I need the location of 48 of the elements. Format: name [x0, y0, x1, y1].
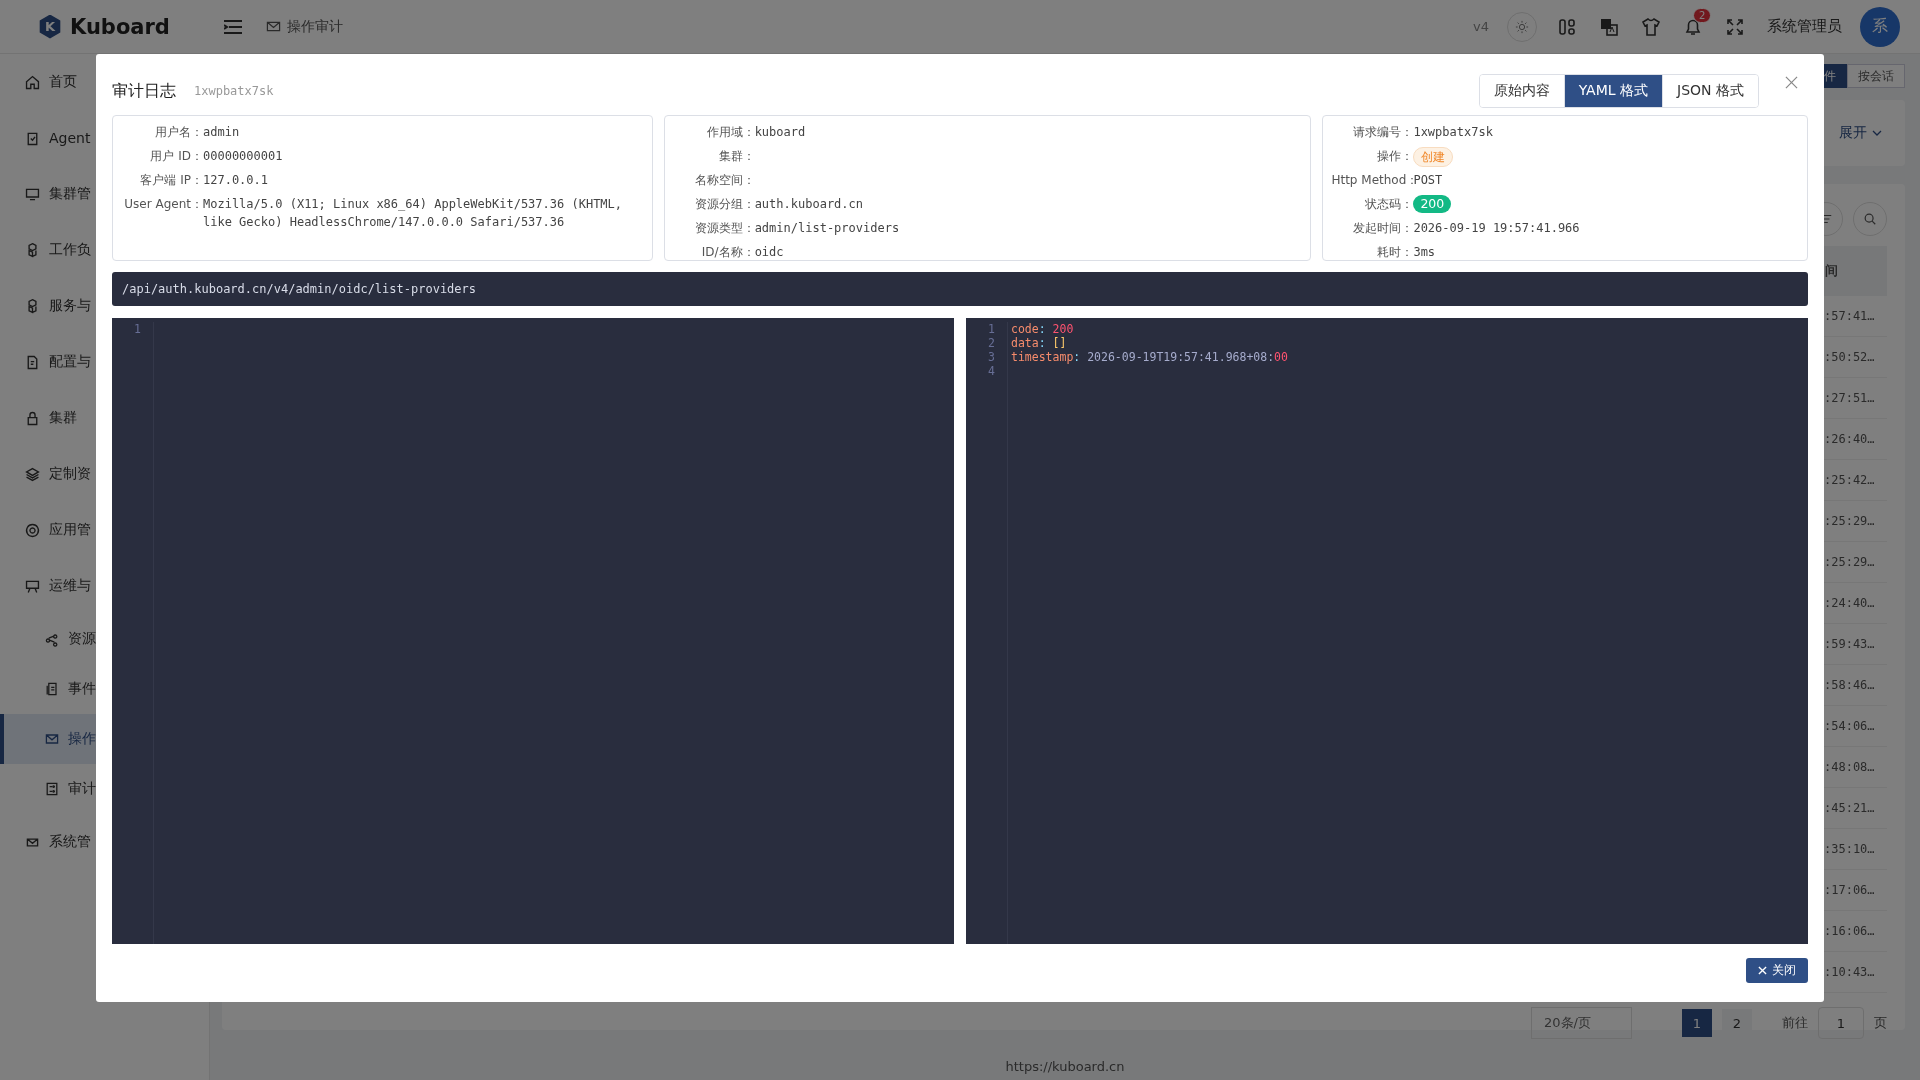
request-url: /api/auth.kuboard.cn/v4/admin/oidc/list-providers — [122, 282, 476, 296]
dialog-title: 审计日志 — [112, 80, 176, 102]
field-label: Http Method： — [1331, 172, 1414, 189]
logo-text: Kuboard — [70, 14, 170, 39]
field-label: 操作： — [1376, 148, 1414, 165]
field-value: 2026-09-19 19:57:41.966 — [1413, 220, 1580, 237]
field-value: auth.kuboard.cn — [754, 196, 863, 213]
field-value: 200 — [1413, 195, 1452, 213]
field-label: 名称空间： — [693, 172, 755, 189]
field-label: 客户端 IP： — [139, 172, 203, 189]
notification-badge: 2 — [1693, 7, 1712, 23]
field-label: 资源类型： — [693, 220, 755, 237]
code-line: timestamp: 2026-09-19T19:57:41.968+08:00 — [1011, 350, 1288, 364]
field-label: 用户名： — [154, 124, 203, 141]
field-label: 请求编号： — [1352, 124, 1414, 141]
version-label: v4 — [1473, 19, 1489, 34]
page-unit: 页 — [1874, 1014, 1887, 1032]
field-value: oidc — [754, 244, 784, 261]
field-label: 资源分组： — [693, 196, 755, 213]
field-value: kuboard — [754, 124, 806, 141]
field-value: 1xwpbatx7sk — [1413, 124, 1493, 141]
column-header: 间 — [1823, 246, 1887, 296]
field-value: admin/list-providers — [754, 220, 900, 237]
request-id: 1xwpbatx7sk — [194, 84, 274, 98]
field-label: 作用域： — [705, 124, 755, 141]
field-label: 状态码： — [1364, 196, 1414, 213]
field-value: Mozilla/5.0 (X11; Linux x86_64) AppleWebKit/537.36 (KHTML, like Gecko) HeadlessChrome/147.0.0.0 Safari/537.36 — [203, 196, 624, 231]
line-number: 1 — [133, 322, 141, 336]
field-value: 3ms — [1413, 244, 1436, 261]
field-label: 发起时间： — [1352, 220, 1414, 237]
field-value: admin — [203, 124, 240, 141]
field-label: 用户 ID： — [149, 148, 203, 165]
line-number: 3 — [987, 350, 995, 364]
field-value: 00000000001 — [203, 148, 283, 165]
line-number: 1 — [987, 322, 995, 336]
field-label: User Agent： — [123, 196, 203, 213]
field-label: 集群： — [717, 148, 755, 165]
field-label: 耗时： — [1376, 244, 1414, 261]
code-line: code: 200 — [1011, 322, 1074, 336]
logo-icon: K — [38, 14, 62, 39]
code-line: data: [] — [1011, 336, 1067, 350]
line-number: 4 — [987, 364, 995, 378]
line-number: 2 — [987, 336, 995, 350]
field-value: POST — [1413, 172, 1443, 189]
field-value: 127.0.0.1 — [203, 172, 269, 189]
field-label: ID/名称： — [700, 244, 755, 261]
goto-label: 前往 — [1782, 1014, 1808, 1032]
field-value: 创建 — [1413, 147, 1454, 167]
